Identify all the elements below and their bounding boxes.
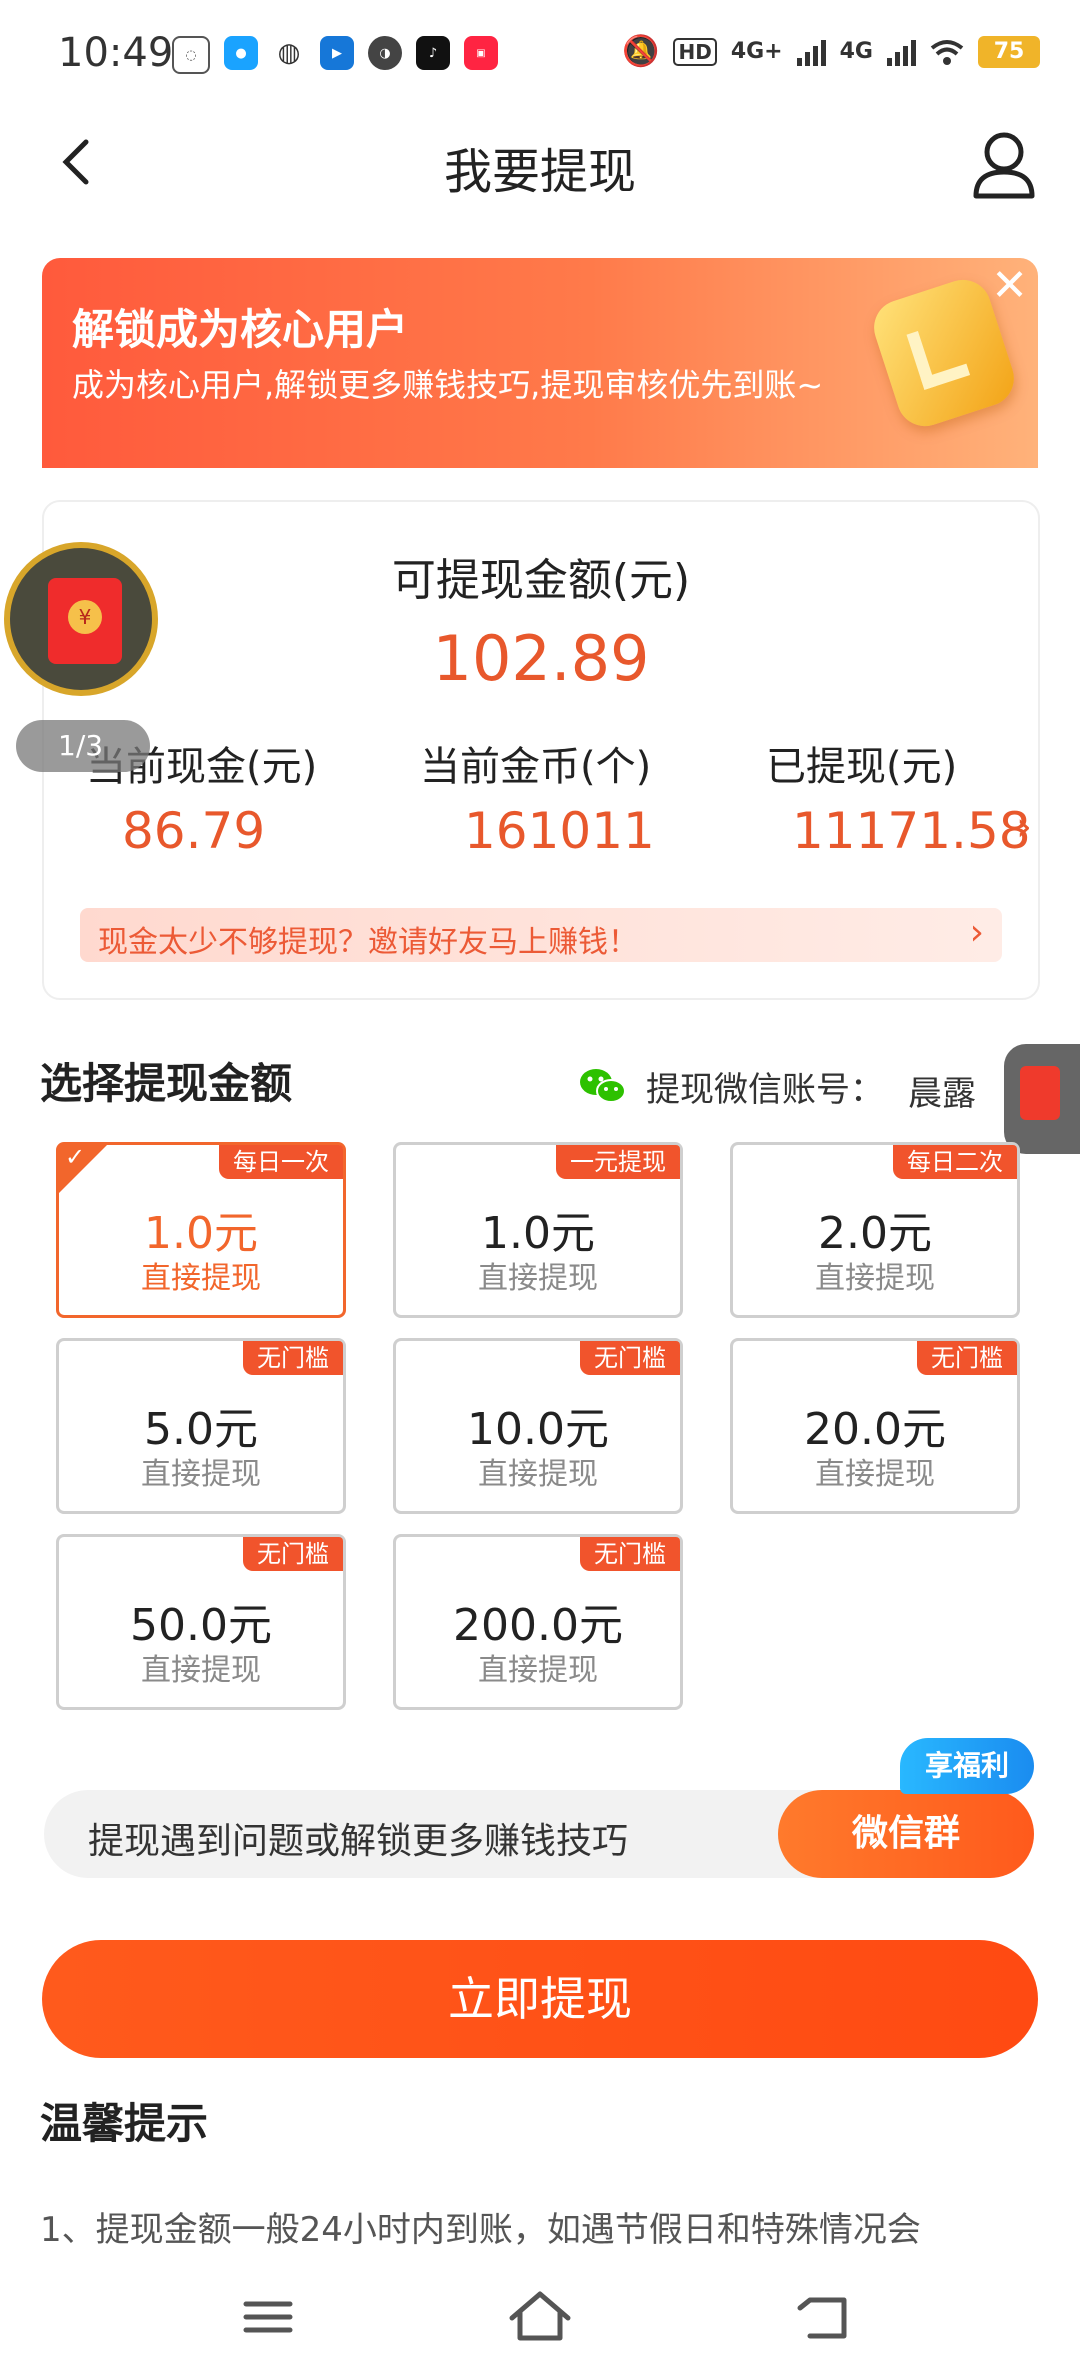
option-subtitle: 直接提现 — [815, 1261, 935, 1296]
bookmark-app-icon: ▶ — [320, 36, 354, 70]
option-subtitle: 直接提现 — [141, 1653, 261, 1688]
option-amount: 5.0元 — [144, 1404, 258, 1455]
page-indicator: 1/3 — [16, 720, 150, 772]
menu-icon[interactable] — [228, 2282, 308, 2352]
wifi-icon — [930, 39, 964, 65]
red-packet-icon: ¥ — [48, 578, 122, 664]
option-amount: 10.0元 — [467, 1404, 609, 1455]
status-app-icons: ◌ ● ◍ ▶ ◑ ♪ ▣ — [172, 36, 498, 74]
withdraw-now-button[interactable]: 立即提现 — [42, 1940, 1038, 2058]
option-amount: 50.0元 — [130, 1600, 272, 1651]
check-icon: ✓ — [65, 1143, 86, 1171]
option-amount: 20.0元 — [804, 1404, 946, 1455]
option-subtitle: 直接提现 — [815, 1457, 935, 1492]
status-time: 10:49 — [58, 30, 174, 76]
wechat-icon — [580, 1069, 626, 1103]
withdrawable-amount: 102.89 — [432, 622, 650, 695]
close-icon[interactable]: ✕ — [991, 264, 1028, 308]
withdrawn-value[interactable]: 11171.58 — [792, 802, 1031, 860]
mute-bell-icon: 🔕 — [622, 34, 660, 69]
current-cash-value: 86.79 — [122, 802, 266, 860]
amount-option[interactable]: 每日二次 2.0元 直接提现 — [730, 1142, 1020, 1318]
option-subtitle: 直接提现 — [478, 1653, 598, 1688]
amount-option[interactable]: 无门槛 20.0元 直接提现 — [730, 1338, 1020, 1514]
chevron-right-icon: › — [969, 912, 984, 953]
network-4g-plus: 4G+ — [730, 39, 783, 64]
option-amount: 1.0元 — [144, 1208, 258, 1259]
floating-gift-button[interactable] — [1004, 1044, 1080, 1154]
header: 我要提现 — [0, 110, 1080, 220]
option-amount: 1.0元 — [481, 1208, 595, 1259]
balance-card: 可提现金额(元) 102.89 当前现金(元) 86.79 当前金币(个) 16… — [42, 500, 1040, 1000]
network-4g: 4G — [839, 39, 873, 64]
banner-subtitle: 成为核心用户,解锁更多赚钱技巧,提现审核优先到账~ — [72, 366, 824, 404]
wechat-icon: ◍ — [272, 36, 306, 70]
tips-line: 1、提现金额一般24小时内到账，如遇节假日和特殊情况会 — [40, 2210, 921, 2250]
option-tag: 无门槛 — [243, 1537, 343, 1571]
option-amount: 2.0元 — [818, 1208, 932, 1259]
return-icon[interactable] — [784, 2282, 864, 2352]
current-coins-value: 161011 — [464, 802, 655, 860]
user-icon[interactable] — [968, 126, 1040, 202]
option-tag: 无门槛 — [580, 1537, 680, 1571]
option-tag: 无门槛 — [243, 1341, 343, 1375]
option-subtitle: 直接提现 — [141, 1457, 261, 1492]
current-coins-label: 当前金币(个) — [420, 744, 652, 790]
wechat-group-button[interactable]: 微信群 — [778, 1790, 1034, 1878]
option-amount: 200.0元 — [453, 1600, 623, 1651]
choose-amount-title: 选择提现金额 — [40, 1059, 293, 1108]
wechat-account-name[interactable]: 晨露 — [908, 1066, 976, 1115]
option-subtitle: 直接提现 — [478, 1457, 598, 1492]
yuan-seal-icon: ¥ — [68, 600, 102, 634]
invite-text: 现金太少不够提现？邀请好友马上赚钱！ — [98, 925, 638, 960]
qq-icon: ● — [224, 36, 258, 70]
wechat-account-label: 提现微信账号： — [646, 1070, 884, 1110]
withdrawn-arrow-icon[interactable]: › — [1016, 804, 1032, 850]
signal-bars-icon — [796, 38, 826, 66]
withdrawn-label: 已提现(元) — [766, 744, 958, 790]
invite-friends-bar[interactable]: 现金太少不够提现？邀请好友马上赚钱！ › — [80, 908, 1002, 962]
page-title: 我要提现 — [443, 144, 636, 200]
banner-title: 解锁成为核心用户 — [72, 305, 409, 354]
home-icon[interactable] — [500, 2282, 580, 2352]
amount-option[interactable]: 无门槛 10.0元 直接提现 — [393, 1338, 683, 1514]
amount-option[interactable]: 一元提现 1.0元 直接提现 — [393, 1142, 683, 1318]
tiktok-icon: ♪ — [416, 36, 450, 70]
signal-bars-2-icon — [887, 38, 916, 66]
red-packet-float-button[interactable]: ¥ — [4, 542, 158, 696]
amount-option[interactable]: 无门槛 5.0元 直接提现 — [56, 1338, 346, 1514]
option-tag: 一元提现 — [556, 1145, 680, 1179]
amount-option[interactable]: 无门槛 50.0元 直接提现 — [56, 1534, 346, 1710]
xiaohongshu-icon: ▣ — [464, 36, 498, 70]
amount-option[interactable]: 无门槛 200.0元 直接提现 — [393, 1534, 683, 1710]
compass-app-icon: ◑ — [368, 36, 402, 70]
system-nav-bar — [0, 2262, 1080, 2376]
red-packet-icon — [1020, 1066, 1060, 1120]
status-right-group: 🔕 HD 4G+ 4G 75 — [622, 34, 1040, 69]
option-subtitle: 直接提现 — [141, 1261, 261, 1296]
option-tag: 无门槛 — [580, 1341, 680, 1375]
core-user-banner[interactable]: 解锁成为核心用户 成为核心用户,解锁更多赚钱技巧,提现审核优先到账~ ✕ — [42, 258, 1038, 468]
withdrawable-title: 可提现金额(元) — [391, 555, 691, 606]
option-tag: 无门槛 — [917, 1341, 1017, 1375]
status-bar: 10:49 ◌ ● ◍ ▶ ◑ ♪ ▣ 🔕 HD 4G+ 4G 75 — [0, 0, 1080, 110]
welfare-badge: 享福利 — [900, 1738, 1034, 1794]
tips-title: 温馨提示 — [40, 2099, 209, 2148]
battery-indicator: 75 — [978, 35, 1040, 68]
option-subtitle: 直接提现 — [478, 1261, 598, 1296]
option-tag: 每日一次 — [219, 1145, 343, 1179]
withdraw-page: 10:49 ◌ ● ◍ ▶ ◑ ♪ ▣ 🔕 HD 4G+ 4G 75 我要提现 … — [0, 0, 1080, 2376]
option-tag: 每日二次 — [893, 1145, 1017, 1179]
hd-label: HD — [673, 37, 717, 66]
chat-bubble-icon: ◌ — [172, 36, 210, 74]
amount-option[interactable]: ✓ 每日一次 1.0元 直接提现 — [56, 1142, 346, 1318]
help-text: 提现遇到问题或解锁更多赚钱技巧 — [88, 1821, 629, 1862]
help-row: 提现遇到问题或解锁更多赚钱技巧 微信群 — [44, 1790, 1034, 1878]
